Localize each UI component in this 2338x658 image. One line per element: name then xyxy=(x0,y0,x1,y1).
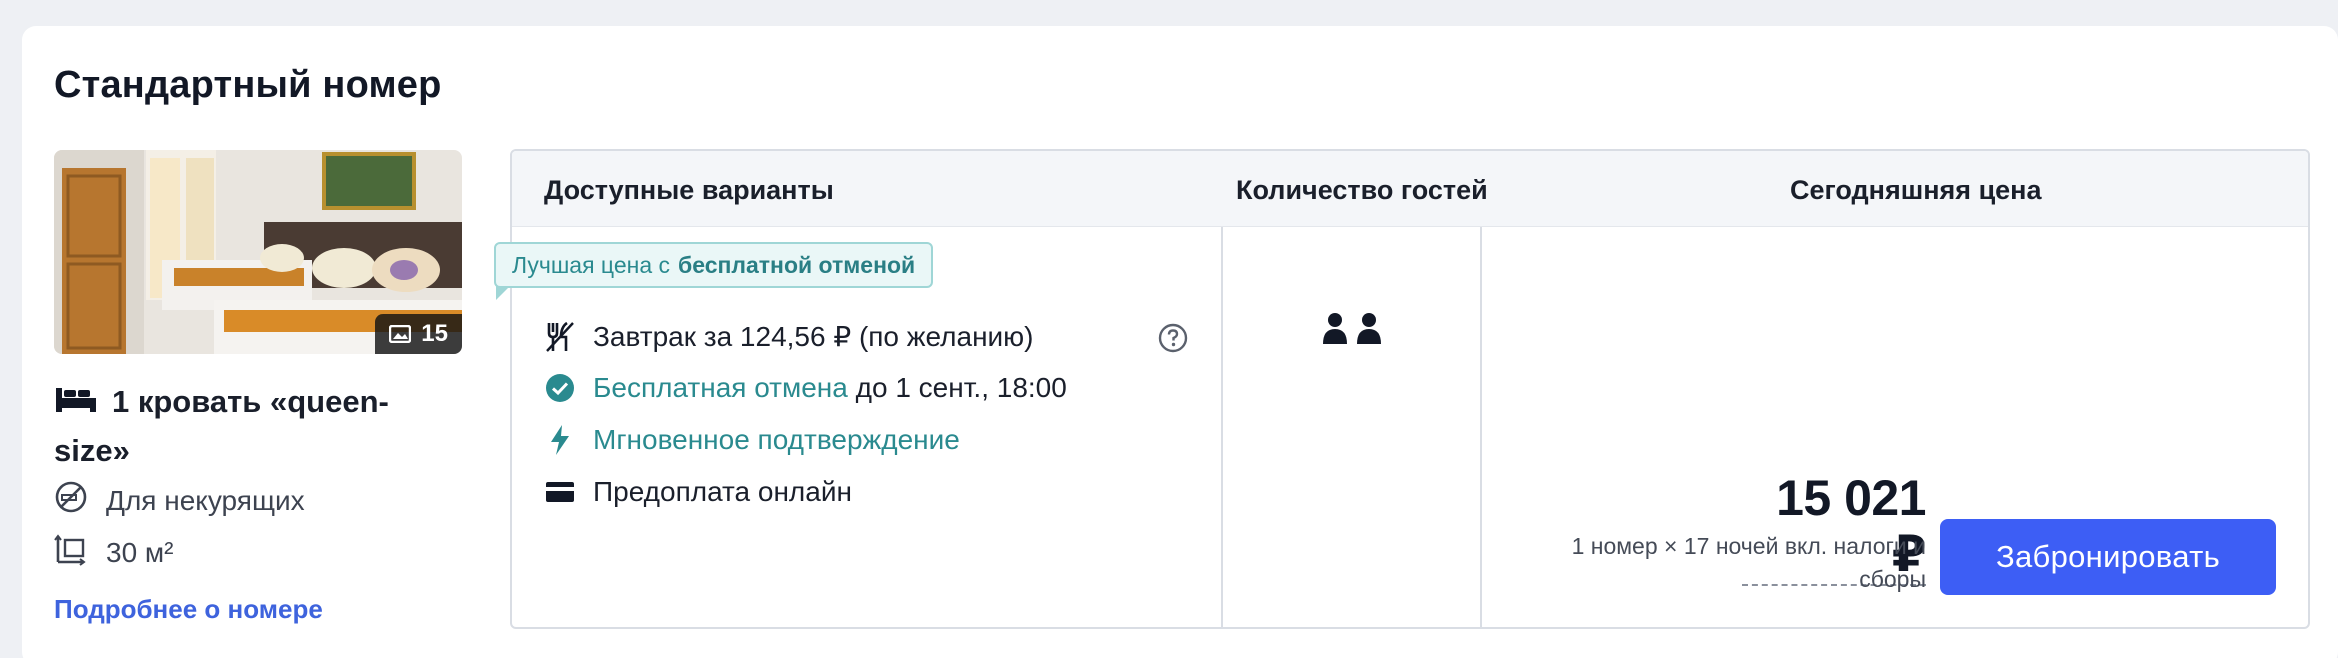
header-price: Сегодняшняя цена xyxy=(1790,175,2042,205)
bed-type-label: 1 кровать «queen-size» xyxy=(54,384,389,468)
question-circle-icon[interactable] xyxy=(1157,322,1189,359)
room-title: Стандартный номер xyxy=(54,64,442,106)
breakfast-label: Завтрак за 124,56 ₽ (по желанию) xyxy=(593,321,1034,352)
prepayment-option: Предоплата онлайн xyxy=(545,476,852,508)
photo-count: 15 xyxy=(421,320,448,347)
person-icon xyxy=(1322,312,1348,349)
header-guests: Количество гостей xyxy=(1236,175,1488,205)
room-area-label: 30 м² xyxy=(106,536,174,568)
lightning-icon xyxy=(545,424,575,456)
gallery-icon xyxy=(389,325,412,343)
room-area-icon xyxy=(54,532,88,573)
book-button[interactable]: Забронировать xyxy=(1940,519,2276,595)
best-price-badge: Лучшая цена с бесплатной отменой xyxy=(494,242,934,300)
breakfast-option: Завтрак за 124,56 ₽ (по желанию) xyxy=(545,320,1034,353)
credit-card-icon xyxy=(545,480,575,504)
cancellation-deadline: до 1 сент., 18:00 xyxy=(855,372,1067,403)
guest-count xyxy=(1322,312,1382,349)
instant-confirmation-label: Мгновенное подтверждение xyxy=(593,424,960,455)
column-divider xyxy=(1480,227,1482,627)
free-cancellation-link[interactable]: Бесплатная отмена xyxy=(593,372,848,403)
room-area-feature: 30 м² xyxy=(54,532,174,573)
no-smoking-feature: Для некурящих xyxy=(54,480,305,521)
table-header: Доступные варианты Количество гостей Сег… xyxy=(512,151,2308,227)
bed-icon xyxy=(54,380,98,427)
prepayment-label: Предоплата онлайн xyxy=(593,476,852,507)
instant-confirmation-option: Мгновенное подтверждение xyxy=(545,424,960,456)
check-circle-icon xyxy=(545,373,575,403)
room-photo[interactable]: 15 xyxy=(54,150,462,354)
no-smoking-label: Для некурящих xyxy=(106,484,305,516)
person-icon xyxy=(1356,312,1382,349)
badge-prefix: Лучшая цена с xyxy=(512,251,671,278)
utensils-icon xyxy=(545,321,575,353)
column-divider xyxy=(1221,227,1223,627)
badge-emphasis: бесплатной отменой xyxy=(678,251,916,278)
cancellation-option: Бесплатная отмена до 1 сент., 18:00 xyxy=(545,372,1067,404)
price-note: 1 номер × 17 ночей вкл. налоги и сборы xyxy=(1571,533,1926,592)
no-smoking-icon xyxy=(54,480,88,521)
header-options: Доступные варианты xyxy=(544,175,834,205)
room-details-link[interactable]: Подробнее о номере xyxy=(54,594,323,625)
photo-count-badge[interactable]: 15 xyxy=(375,314,462,354)
bed-type: 1 кровать «queen-size» xyxy=(54,378,434,474)
